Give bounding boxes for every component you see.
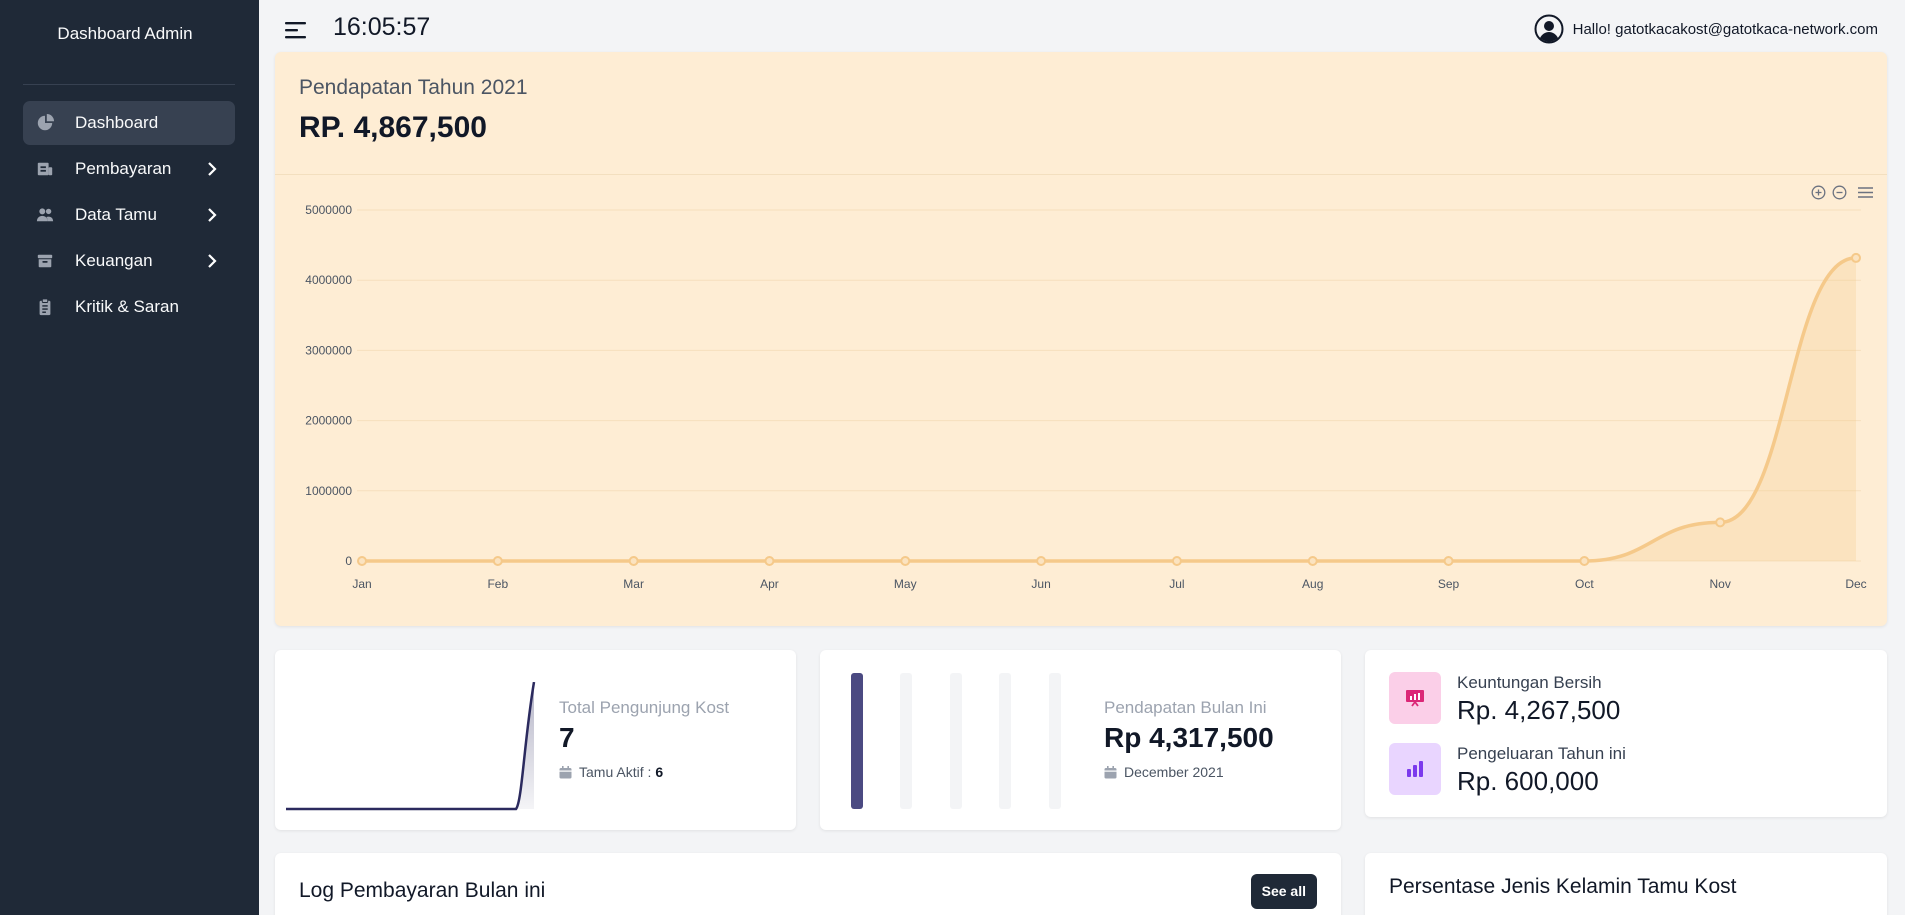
chevron-right-icon: [208, 208, 217, 222]
visitors-label: Total Pengunjung Kost: [559, 698, 730, 717]
user-avatar-icon: [1534, 14, 1564, 44]
data-point: [764, 556, 775, 566]
data-point: [628, 556, 639, 566]
sidebar-nav: Dashboard Pembayaran Data Tamu Keuangan …: [23, 101, 235, 331]
x-tick-label: Mar: [623, 577, 644, 591]
sidebar-item-label: Keuangan: [75, 251, 153, 270]
x-tick-label: Feb: [487, 577, 508, 591]
data-point: [492, 556, 503, 566]
finance-summary-card: Keuntungan Bersih Rp. 4,267,500 Pengelua…: [1365, 650, 1887, 817]
x-tick-label: Dec: [1845, 577, 1866, 591]
payment-log-card: Log Pembayaran Bulan ini See all: [275, 853, 1341, 915]
bar: [851, 673, 863, 809]
calendar-icon: [1104, 765, 1117, 778]
sidebar-item-pembayaran[interactable]: Pembayaran: [23, 147, 235, 191]
clipboard-icon: [39, 298, 51, 316]
profit-label: Keuntungan Bersih: [1457, 673, 1602, 692]
data-point: [1036, 556, 1047, 566]
sidebar-item-keuangan[interactable]: Keuangan: [23, 239, 235, 283]
sidebar: Dashboard Admin Dashboard Pembayaran Dat…: [0, 0, 259, 915]
visitors-sparkline: [286, 682, 536, 811]
monthly-label: Pendapatan Bulan Ini: [1104, 698, 1267, 717]
sidebar-item-label: Pembayaran: [75, 159, 172, 178]
y-tick-label: 5000000: [305, 203, 352, 217]
revenue-chart: 0 1000000 2000000 3000000 4000000 5000000 Jan F…: [305, 203, 1866, 591]
receipt-icon: [37, 162, 53, 176]
x-tick-label: Nov: [1710, 577, 1731, 591]
data-point: [1851, 252, 1861, 263]
sidebar-item-dashboard[interactable]: Dashboard: [23, 101, 235, 145]
x-tick-label: Jan: [352, 577, 371, 591]
x-tick-label: Jul: [1169, 577, 1184, 591]
y-tick-label: 1000000: [305, 484, 352, 498]
x-tick-label: Sep: [1438, 577, 1460, 591]
x-tick-label: Aug: [1302, 577, 1323, 591]
chevron-right-icon: [208, 254, 217, 268]
clock: 16:05:57: [333, 13, 431, 41]
user-menu[interactable]: Hallo! gatotkacakost@gatotkaca-network.c…: [1534, 14, 1878, 44]
sidebar-item-label: Dashboard: [75, 113, 159, 132]
visitors-value: 7: [559, 722, 575, 753]
data-point: [1443, 556, 1454, 566]
presentation-chart-icon: [1406, 690, 1424, 707]
visitors-card: Total Pengunjung Kost 7 Tamu Aktif : 6: [275, 650, 796, 830]
series-line: [361, 256, 1857, 563]
chevron-right-icon: [208, 162, 217, 176]
user-greeting: Hallo! gatotkacakost@gatotkaca-network.c…: [1572, 20, 1878, 38]
bar: [900, 673, 912, 809]
calendar-icon: [559, 765, 572, 778]
brand-title: Dashboard Admin: [57, 24, 193, 43]
sidebar-item-data-tamu[interactable]: Data Tamu: [23, 193, 235, 237]
y-tick-label: 2000000: [305, 414, 352, 428]
sidebar-item-label: Data Tamu: [75, 205, 157, 224]
payment-log-title: Log Pembayaran Bulan ini: [299, 879, 546, 902]
data-point: [1579, 556, 1590, 566]
x-tick-label: May: [894, 577, 917, 591]
gender-card: Persentase Jenis Kelamin Tamu Kost: [1365, 853, 1887, 915]
topbar: 16:05:57 Hallo! gatotkacakost@gatotkaca-…: [259, 0, 1905, 54]
menu-toggle-icon[interactable]: [285, 20, 307, 40]
x-tick-label: Apr: [760, 577, 779, 591]
expense-value: Rp. 600,000: [1457, 766, 1599, 796]
y-tick-label: 0: [345, 554, 352, 568]
y-tick-label: 4000000: [305, 273, 352, 287]
pie-chart-icon: [37, 114, 54, 131]
archive-icon: [37, 254, 53, 268]
sidebar-divider: [23, 84, 235, 85]
active-guests-label: Tamu Aktif :: [579, 764, 652, 780]
bar-chart-icon: [1407, 761, 1423, 777]
x-tick-label: Jun: [1031, 577, 1050, 591]
expense-label: Pengeluaran Tahun ini: [1457, 744, 1626, 763]
bar: [1049, 673, 1061, 809]
x-tick-label: Oct: [1575, 577, 1594, 591]
active-guests-value: 6: [655, 764, 664, 780]
data-point: [1171, 556, 1182, 566]
monthly-period-label: December 2021: [1124, 764, 1224, 780]
profit-value: Rp. 4,267,500: [1457, 695, 1621, 725]
sidebar-item-kritik-saran[interactable]: Kritik & Saran: [23, 285, 235, 329]
data-point: [900, 556, 911, 566]
users-icon: [36, 208, 54, 222]
data-point: [1307, 556, 1318, 566]
sidebar-item-label: Kritik & Saran: [75, 297, 179, 316]
series-area: [362, 257, 1856, 561]
data-point: [357, 556, 367, 566]
data-point: [1715, 517, 1726, 528]
active-guests: Tamu Aktif : 6: [559, 764, 663, 780]
expense-tile: [1389, 743, 1441, 795]
y-tick-label: 3000000: [305, 343, 352, 357]
monthly-value: Rp 4,317,500: [1104, 722, 1274, 753]
revenue-card: Pendapatan Tahun 2021 RP. 4,867,500 0 100…: [275, 52, 1887, 626]
profit-tile: [1389, 672, 1441, 724]
bar: [999, 673, 1011, 809]
monthly-revenue-card: Pendapatan Bulan Ini Rp 4,317,500 Decemb…: [820, 650, 1341, 830]
monthly-period: December 2021: [1104, 764, 1224, 780]
bar: [950, 673, 962, 809]
see-all-button[interactable]: See all: [1250, 874, 1317, 909]
gender-title: Persentase Jenis Kelamin Tamu Kost: [1389, 875, 1737, 898]
